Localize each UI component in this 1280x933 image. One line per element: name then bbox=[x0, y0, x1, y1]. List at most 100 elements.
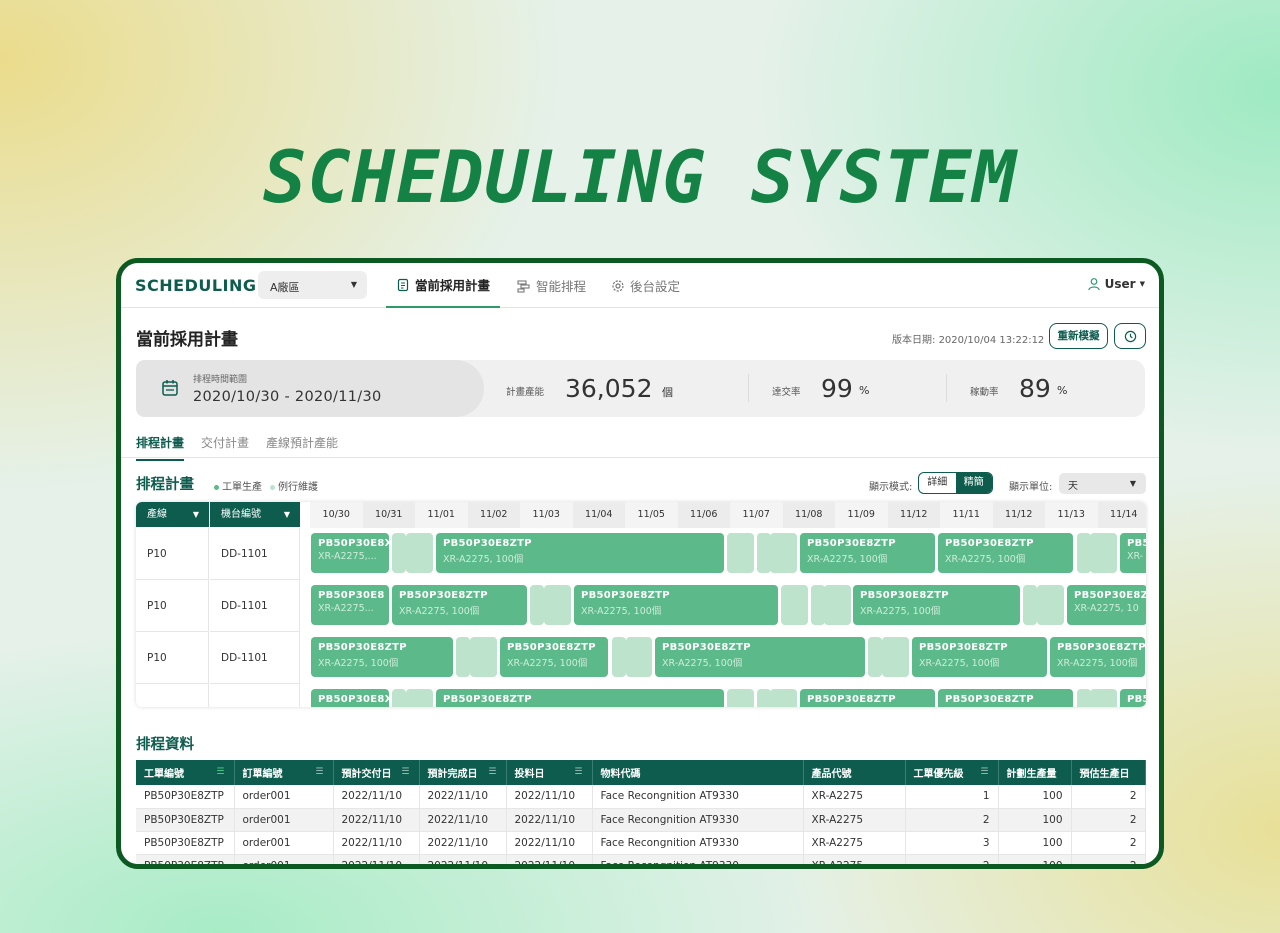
table-header-cell[interactable]: 預計完成日 ☰ bbox=[419, 760, 507, 785]
table-cell: PB50P30E8ZTP bbox=[136, 808, 235, 832]
maintenance-bar[interactable] bbox=[757, 533, 771, 573]
resimulate-button[interactable]: 重新模擬 bbox=[1049, 323, 1108, 349]
table-cell: order001 bbox=[234, 831, 334, 855]
history-button[interactable] bbox=[1114, 323, 1146, 349]
factory-select[interactable]: A廠區 ▼ bbox=[258, 271, 367, 299]
display-mode-detail[interactable]: 詳細 bbox=[919, 473, 956, 493]
maintenance-bar[interactable] bbox=[1090, 689, 1117, 707]
maintenance-bar[interactable] bbox=[612, 637, 626, 677]
filter-icon[interactable]: ☰ bbox=[980, 767, 988, 777]
nav-backend-settings[interactable]: 後台設定 bbox=[601, 263, 690, 308]
maintenance-bar[interactable] bbox=[882, 637, 909, 677]
work-order-bar[interactable]: PB5 bbox=[1120, 689, 1146, 707]
table-cell: XR-A2275 bbox=[803, 785, 906, 809]
work-order-bar[interactable]: PB50P30E8ZTP XR-A2275, 100個 bbox=[392, 585, 527, 625]
table-row[interactable]: PB50P30E8ZTP order001 2022/11/10 2022/11/10… bbox=[136, 854, 1146, 864]
work-order-bar[interactable]: PB50P30E8ZTP bbox=[436, 689, 724, 707]
date-header-cell: 11/12 bbox=[887, 502, 940, 528]
maintenance-bar[interactable] bbox=[456, 637, 470, 677]
maintenance-bar[interactable] bbox=[770, 689, 797, 707]
work-order-id: PB50P30E8ZTP bbox=[662, 642, 751, 653]
maintenance-bar[interactable] bbox=[868, 637, 882, 677]
work-order-bar[interactable]: PB50P30E8X bbox=[311, 689, 389, 707]
table-header-cell[interactable]: 預計交付日 ☰ bbox=[333, 760, 420, 785]
table-header-cell[interactable]: 訂單編號 ☰ bbox=[234, 760, 334, 785]
table-row[interactable]: PB50P30E8ZTP order001 2022/11/10 2022/11/10… bbox=[136, 808, 1146, 832]
row-machine-label: DD-1101 bbox=[210, 632, 300, 684]
table-header-cell[interactable]: 工單編號 ☰ bbox=[136, 760, 235, 785]
maintenance-bar[interactable] bbox=[811, 585, 825, 625]
table-cell: order001 bbox=[234, 785, 334, 809]
maintenance-bar[interactable] bbox=[626, 637, 652, 677]
work-order-bar[interactable]: PB50P30E8ZTP XR-A2275, 100個 bbox=[938, 533, 1073, 573]
work-order-bar[interactable]: PB50P30E8ZTP XR-A2275, 100個 bbox=[912, 637, 1047, 677]
capacity-stat: 計畫產能 36,052 個 bbox=[506, 360, 746, 417]
display-mode-label: 顯示模式: bbox=[869, 482, 913, 493]
filter-icon[interactable]: ☰ bbox=[315, 767, 323, 777]
maintenance-bar[interactable] bbox=[1090, 533, 1117, 573]
nav-smart-schedule[interactable]: 智能排程 bbox=[507, 263, 596, 308]
maintenance-bar[interactable] bbox=[470, 637, 497, 677]
display-unit-select[interactable]: 天 ▼ bbox=[1059, 473, 1146, 494]
nav-current-plan[interactable]: 當前採用計畫 bbox=[386, 263, 501, 308]
work-order-bar[interactable]: PB50P30E8ZTP XR-A2275, 100個 bbox=[853, 585, 1020, 625]
work-order-bar[interactable]: PB50P30E8X XR-A2275,... bbox=[311, 533, 389, 573]
maintenance-bar[interactable] bbox=[544, 585, 571, 625]
maintenance-bar[interactable] bbox=[727, 533, 754, 573]
maintenance-bar[interactable] bbox=[770, 533, 797, 573]
table-cell: 2022/11/10 bbox=[333, 831, 420, 855]
table-header-cell[interactable]: 產品代號 bbox=[803, 760, 906, 785]
row-machine-label: DD-1101 bbox=[210, 528, 300, 580]
maintenance-bar[interactable] bbox=[757, 689, 771, 707]
maintenance-bar[interactable] bbox=[406, 689, 433, 707]
work-order-bar[interactable]: PB5 XR- bbox=[1120, 533, 1146, 573]
legend-label: 工單生產 bbox=[222, 482, 262, 493]
maintenance-bar[interactable] bbox=[727, 689, 754, 707]
maintenance-bar[interactable] bbox=[824, 585, 851, 625]
table-header-cell[interactable]: 預估生產日 bbox=[1071, 760, 1146, 785]
table-cell: 2022/11/10 bbox=[419, 808, 507, 832]
filter-icon[interactable]: ☰ bbox=[216, 767, 224, 777]
maintenance-bar[interactable] bbox=[406, 533, 433, 573]
maintenance-bar[interactable] bbox=[1037, 585, 1064, 625]
filter-icon[interactable]: ☰ bbox=[488, 767, 496, 777]
maintenance-bar[interactable] bbox=[781, 585, 808, 625]
work-order-bar[interactable]: PB50P30E8ZTP XR-A2275, 100個 bbox=[655, 637, 865, 677]
range-label: 排程時間範圍 bbox=[193, 375, 248, 385]
maintenance-bar[interactable] bbox=[1077, 533, 1091, 573]
user-menu[interactable]: User ▼ bbox=[1087, 277, 1145, 291]
table-header-cell[interactable]: 工單優先級 ☰ bbox=[905, 760, 999, 785]
work-order-bar[interactable]: PB50P30E8ZTP XR-A2275, 100個 bbox=[436, 533, 724, 573]
work-order-bar[interactable]: PB50P30E8ZTP XR-A2275, 100個 bbox=[311, 637, 453, 677]
work-order-id: PB50P30E8ZTP bbox=[807, 694, 896, 705]
work-order-bar[interactable]: PB50P30E8ZTP bbox=[800, 689, 935, 707]
work-order-bar[interactable]: PB50P30E8ZTP bbox=[938, 689, 1073, 707]
maintenance-bar[interactable] bbox=[392, 689, 406, 707]
work-order-detail: XR-A2275, 100個 bbox=[945, 554, 1026, 565]
maintenance-bar[interactable] bbox=[1077, 689, 1091, 707]
maintenance-bar[interactable] bbox=[1023, 585, 1037, 625]
table-header-cell[interactable]: 計劃生產量 bbox=[998, 760, 1072, 785]
table-header-cell[interactable]: 投料日 ☰ bbox=[506, 760, 593, 785]
work-order-bar[interactable]: PB50P30E8ZT XR-A2275, 10 bbox=[1067, 585, 1146, 625]
work-order-bar[interactable]: PB50P30E8 XR-A2275... bbox=[311, 585, 389, 625]
display-mode-compact[interactable]: 精簡 bbox=[955, 473, 992, 493]
display-mode-toggle: 詳細 精簡 bbox=[918, 472, 993, 494]
work-order-bar[interactable]: PB50P30E8ZTP XR-A2275, 100個 bbox=[500, 637, 608, 677]
version-info: 版本日期: 2020/10/04 13:22:12 bbox=[892, 331, 1044, 346]
col-header-machine[interactable]: 機台編號 ▼ bbox=[210, 502, 300, 527]
table-header-label: 預估生產日 bbox=[1079, 769, 1130, 780]
maintenance-bar[interactable] bbox=[392, 533, 406, 573]
divider bbox=[748, 374, 749, 402]
table-row[interactable]: PB50P30E8ZTP order001 2022/11/10 2022/11/10… bbox=[136, 831, 1146, 855]
date-header-cell: 11/09 bbox=[847, 509, 875, 520]
work-order-bar[interactable]: PB50P30E8ZTP XR-A2275, 100個 bbox=[574, 585, 778, 625]
filter-icon[interactable]: ☰ bbox=[401, 767, 409, 777]
filter-icon[interactable]: ☰ bbox=[574, 767, 582, 777]
table-row[interactable]: PB50P30E8ZTP order001 2022/11/10 2022/11/10… bbox=[136, 785, 1146, 809]
maintenance-bar[interactable] bbox=[530, 585, 544, 625]
col-header-line[interactable]: 產線 ▼ bbox=[136, 502, 209, 527]
work-order-bar[interactable]: PB50P30E8ZTP XR-A2275, 100個 bbox=[1050, 637, 1145, 677]
table-header-cell[interactable]: 物料代碼 bbox=[592, 760, 804, 785]
work-order-bar[interactable]: PB50P30E8ZTP XR-A2275, 100個 bbox=[800, 533, 935, 573]
